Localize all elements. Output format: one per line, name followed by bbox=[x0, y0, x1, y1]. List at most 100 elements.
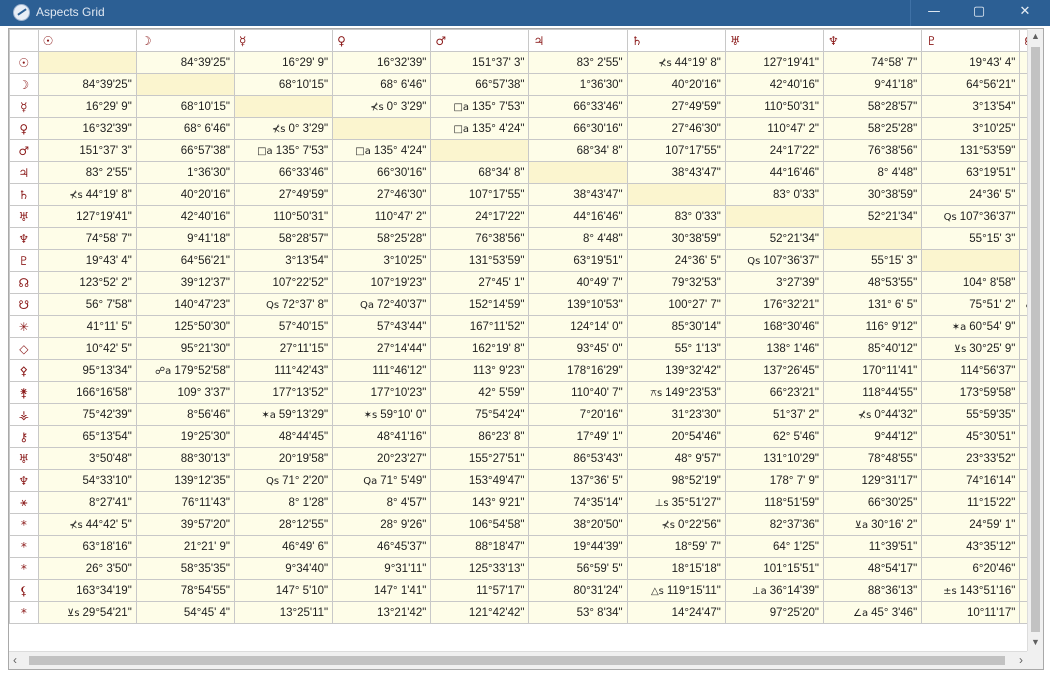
aspect-cell[interactable]: ⊀s 0° 3'29" bbox=[233, 117, 334, 140]
aspect-cell[interactable]: 113° 9'23" bbox=[430, 359, 530, 382]
aspect-cell[interactable]: 40°49' 7" bbox=[528, 271, 628, 294]
aspect-cell[interactable]: 55°15' 3" bbox=[921, 227, 1021, 250]
aspect-cell[interactable]: 66°57'38" bbox=[135, 139, 235, 162]
aspect-cell[interactable]: 40°20'16" bbox=[135, 183, 235, 206]
aspect-cell[interactable]: 17°49' 1" bbox=[528, 425, 628, 448]
row-header[interactable]: ◇ bbox=[9, 337, 39, 360]
aspect-cell[interactable]: 43°35'12" bbox=[921, 535, 1021, 558]
aspect-cell[interactable] bbox=[37, 51, 137, 74]
aspect-cell[interactable]: 155°27'51" bbox=[430, 447, 530, 470]
aspect-cell[interactable] bbox=[822, 227, 923, 250]
aspect-cell[interactable] bbox=[1019, 227, 1027, 250]
aspect-cell[interactable]: □a 135° 4'24" bbox=[430, 117, 530, 140]
aspect-cell[interactable]: 83° 0'33" bbox=[724, 183, 825, 206]
aspect-cell[interactable]: 48°41'16" bbox=[332, 425, 432, 448]
row-header[interactable]: ⚸ bbox=[9, 579, 39, 602]
column-header[interactable]: ♀ bbox=[332, 29, 432, 52]
aspect-cell[interactable]: 83° 2'55" bbox=[37, 161, 137, 184]
aspect-cell[interactable]: 74°58' 7" bbox=[822, 51, 923, 74]
aspect-cell[interactable]: 143° 9'21" bbox=[430, 491, 530, 514]
aspect-cell[interactable]: 139°10'53" bbox=[528, 293, 628, 316]
aspect-cell[interactable]: 20°19'58" bbox=[233, 447, 334, 470]
aspect-cell[interactable]: 16°32'39" bbox=[332, 51, 432, 74]
aspect-cell[interactable]: 66°30'16" bbox=[528, 117, 628, 140]
aspect-cell[interactable]: 30°38'59" bbox=[626, 227, 726, 250]
aspect-cell[interactable]: 3°13'54" bbox=[921, 95, 1021, 118]
aspect-cell[interactable]: 111°46'12" bbox=[332, 359, 432, 382]
aspect-cell[interactable]: Qs 107°36'37" bbox=[921, 205, 1021, 228]
aspect-cell[interactable]: 63°19'51" bbox=[921, 161, 1021, 184]
aspect-cell[interactable]: 11°57'17" bbox=[430, 579, 530, 602]
aspect-cell[interactable]: 24°59' 1" bbox=[921, 513, 1021, 536]
aspect-cell[interactable]: 9°31'11" bbox=[332, 557, 432, 580]
aspect-cell[interactable]: 8°56'46" bbox=[135, 403, 235, 426]
aspect-cell[interactable]: 8° 4'57" bbox=[332, 491, 432, 514]
aspect-cell[interactable]: 66°33'46" bbox=[233, 161, 334, 184]
aspect-cell[interactable]: 75°42'39" bbox=[37, 403, 137, 426]
aspect-cell[interactable]: 178°16'29" bbox=[528, 359, 628, 382]
row-header[interactable]: * bbox=[9, 557, 39, 580]
aspect-cell[interactable]: 76°38'56" bbox=[430, 227, 530, 250]
aspect-cell[interactable]: 127°19'41" bbox=[724, 51, 825, 74]
aspect-cell[interactable] bbox=[1019, 359, 1027, 382]
scroll-up-icon[interactable]: ▲ bbox=[1031, 31, 1040, 41]
aspect-cell[interactable]: 137°36' 5" bbox=[528, 469, 628, 492]
aspect-cell[interactable]: 66°30'16" bbox=[332, 161, 432, 184]
aspect-cell[interactable]: 76°38'56" bbox=[822, 139, 923, 162]
aspect-cell[interactable]: 56° 7'58" bbox=[37, 293, 137, 316]
aspect-cell[interactable]: 74°35'14" bbox=[528, 491, 628, 514]
vertical-scrollbar[interactable]: ▲ ▼ bbox=[1027, 29, 1043, 651]
aspect-cell[interactable]: 19°43' 4" bbox=[921, 51, 1021, 74]
aspect-cell[interactable]: 104° 8'58" bbox=[921, 271, 1021, 294]
aspect-cell[interactable]: 88°30'13" bbox=[135, 447, 235, 470]
aspect-cell[interactable]: 48° 9'57" bbox=[626, 447, 726, 470]
aspect-cell[interactable]: 68°34' 8" bbox=[430, 161, 530, 184]
aspect-cell[interactable]: 125°33'13" bbox=[430, 557, 530, 580]
aspect-cell[interactable]: 27°46'30" bbox=[626, 117, 726, 140]
aspect-cell[interactable]: 28° 9'26" bbox=[332, 513, 432, 536]
row-header[interactable]: ☿ bbox=[9, 95, 39, 118]
row-header[interactable]: * bbox=[9, 535, 39, 558]
aspect-cell[interactable]: 114°56'37" bbox=[921, 359, 1021, 382]
aspect-cell[interactable]: 16°32'39" bbox=[37, 117, 137, 140]
aspect-cell[interactable]: 57°40'15" bbox=[233, 315, 334, 338]
aspect-cell[interactable]: □s bbox=[1019, 337, 1027, 360]
aspect-cell[interactable]: ⊀s 44°19' 8" bbox=[37, 183, 137, 206]
aspect-cell[interactable]: 20°54'46" bbox=[626, 425, 726, 448]
aspect-cell[interactable]: 147° 5'10" bbox=[233, 579, 334, 602]
aspect-cell[interactable]: 20°23'27" bbox=[332, 447, 432, 470]
aspect-cell[interactable]: 3°27'39" bbox=[724, 271, 825, 294]
aspect-cell[interactable]: 163°34'19" bbox=[37, 579, 137, 602]
maximize-button[interactable]: ▢ bbox=[956, 0, 1002, 26]
aspect-cell[interactable]: 107°17'55" bbox=[626, 139, 726, 162]
scroll-left-icon[interactable]: ‹ bbox=[13, 653, 17, 667]
aspect-cell[interactable]: 95°21'30" bbox=[135, 337, 235, 360]
row-header[interactable]: ♆ bbox=[9, 227, 39, 250]
aspect-cell[interactable]: 68°34' 8" bbox=[528, 139, 628, 162]
column-header[interactable]: ♃ bbox=[528, 29, 628, 52]
aspect-cell[interactable]: 19°25'30" bbox=[135, 425, 235, 448]
aspect-cell[interactable]: 83° 2'55" bbox=[528, 51, 628, 74]
aspect-cell[interactable]: △s 119°15'11" bbox=[626, 579, 726, 602]
aspect-cell[interactable]: 45°30'51" bbox=[921, 425, 1021, 448]
aspect-cell[interactable]: 86°23' 8" bbox=[430, 425, 530, 448]
aspect-cell[interactable]: 84°39'25" bbox=[37, 73, 137, 96]
aspect-cell[interactable]: 27°14'44" bbox=[332, 337, 432, 360]
column-header[interactable]: ☉ bbox=[37, 29, 137, 52]
aspect-cell[interactable] bbox=[528, 161, 628, 184]
aspect-cell[interactable]: 38°43'47" bbox=[528, 183, 628, 206]
aspect-cell[interactable]: ⊥a 36°14'39" bbox=[724, 579, 825, 602]
aspect-cell[interactable]: 83° 0'33" bbox=[626, 205, 726, 228]
aspect-cell[interactable] bbox=[1019, 73, 1027, 96]
aspect-cell[interactable]: 58°35'35" bbox=[135, 557, 235, 580]
aspect-cell[interactable]: 68°10'15" bbox=[135, 95, 235, 118]
row-header[interactable]: ♄ bbox=[9, 183, 39, 206]
row-header[interactable]: ☊ bbox=[9, 271, 39, 294]
aspect-cell[interactable]: 28°12'55" bbox=[233, 513, 334, 536]
aspect-cell[interactable]: 16°29' 9" bbox=[37, 95, 137, 118]
aspect-cell[interactable]: 124°14' 0" bbox=[528, 315, 628, 338]
aspect-cell[interactable]: 151°37' 3" bbox=[430, 51, 530, 74]
aspect-cell[interactable]: 86°53'43" bbox=[528, 447, 628, 470]
aspect-cell[interactable]: 31°23'30" bbox=[626, 403, 726, 426]
aspect-cell[interactable]: ⊀s 0°44'32" bbox=[822, 403, 923, 426]
